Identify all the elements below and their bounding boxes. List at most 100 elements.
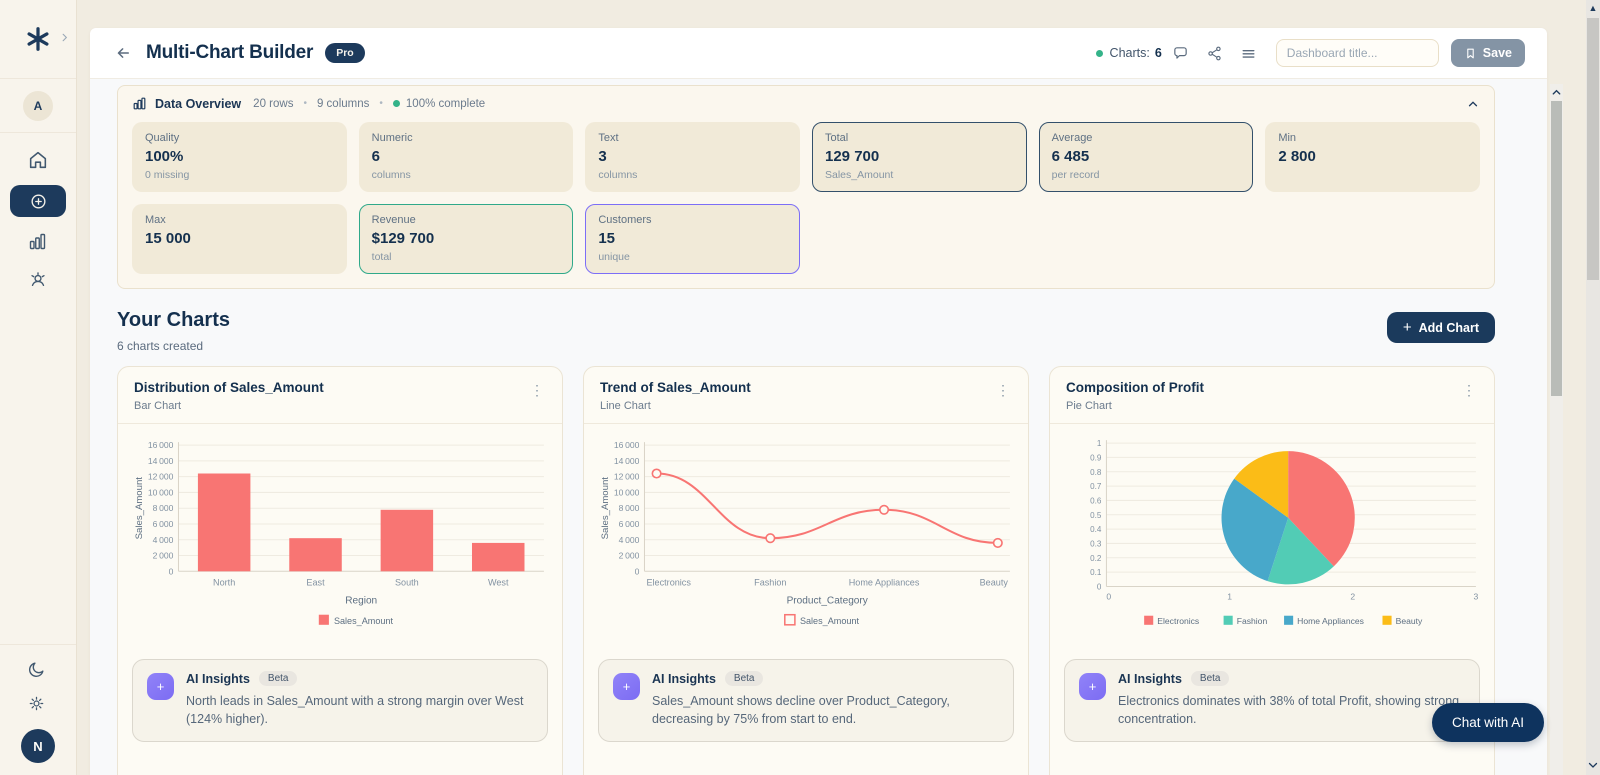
settings-gear-icon[interactable] [27,694,49,716]
svg-text:4 000: 4 000 [619,535,640,545]
svg-text:Electronics: Electronics [1157,616,1199,626]
svg-text:East: East [306,577,325,587]
circle-plus-icon [30,193,46,209]
svg-text:Region: Region [345,596,377,607]
ai-insights-title: AI Insights [652,671,716,686]
stat-card-max[interactable]: Max 15 000 [132,204,347,274]
data-overview-title: Data Overview [155,96,242,111]
svg-text:0.9: 0.9 [1090,453,1102,462]
svg-text:Fashion: Fashion [754,577,786,587]
ai-insight-text: Electronics dominates with 38% of total … [1118,694,1460,727]
page-title: Multi-Chart Builder [146,42,314,63]
charts-count-value: 6 [1154,46,1162,60]
chart-card-pie: Composition of Profit Pie Chart ⋮ 0 0.1 0.… [1049,366,1495,775]
ai-insight-text: North leads in Sales_Amount with a stron… [186,694,524,727]
svg-text:Sales_Amount: Sales_Amount [334,616,394,626]
bar-chart-plot: 0 2 000 4 000 6 000 8 000 10 000 12 000 14 000 1… [118,424,562,647]
stat-card-numeric[interactable]: Numeric 6 columns [358,122,574,192]
svg-text:Electronics: Electronics [646,577,691,587]
svg-text:Home Appliances: Home Appliances [849,577,920,587]
chart-menu-kebab-icon[interactable]: ⋮ [1456,380,1482,401]
svg-text:8 000: 8 000 [619,503,640,513]
stat-card-revenue[interactable]: Revenue $129 700 total [358,204,574,274]
svg-text:14 000: 14 000 [148,456,174,466]
svg-text:8 000: 8 000 [153,503,174,513]
your-charts-title: Your Charts [117,309,230,331]
share-icon[interactable] [1206,45,1223,62]
ai-sparkle-icon: + [1079,673,1106,701]
comments-icon[interactable] [1172,45,1189,62]
chart-type-label: Bar Chart [134,400,182,412]
stat-card-text[interactable]: Text 3 columns [585,122,800,192]
content-area: Data Overview 20 rows • 9 columns • 100%… [90,79,1547,775]
ai-sparkle-icon: + [613,673,640,701]
svg-text:North: North [213,577,235,587]
svg-text:2 000: 2 000 [153,551,174,561]
dark-mode-moon-icon[interactable] [27,659,49,681]
scrollbar-up-arrow[interactable]: ▲ [1586,0,1600,13]
workspace-avatar[interactable]: A [23,91,53,121]
svg-text:10 000: 10 000 [614,487,640,497]
svg-text:0.5: 0.5 [1090,511,1102,520]
svg-text:6 000: 6 000 [153,519,174,529]
home-icon[interactable] [27,149,49,171]
stat-card-total[interactable]: Total 129 700 Sales_Amount [812,122,1027,192]
sidebar: A N [0,0,77,775]
browser-scrollbar[interactable]: ▲ [1586,0,1600,775]
pie-chart-canvas: 0 0.1 0.2 0.3 0.4 0.5 0.6 0.7 0.8 0.9 1 0 1 2 3 Electro… [1090,439,1478,626]
charts-count-label: Charts: [1109,46,1150,60]
ai-insights-box: + AI Insights Beta Electronics dominates… [1064,659,1480,743]
add-chart-button[interactable]: + Add Chart [1386,312,1495,343]
sidebar-expand-chevron-icon[interactable] [59,32,70,43]
svg-text:0: 0 [1106,592,1111,602]
beta-badge: Beta [258,671,298,687]
svg-text:0.3: 0.3 [1090,539,1102,548]
chart-menu-kebab-icon[interactable]: ⋮ [990,380,1016,401]
svg-text:Sales_Amount: Sales_Amount [600,477,611,540]
ai-insight-text: Sales_Amount shows decline over Product_… [652,694,950,727]
main-panel: Multi-Chart Builder Pro Charts: 6 Save [90,28,1547,775]
charts-nav-icon[interactable] [27,231,49,253]
stat-card-customers[interactable]: Customers 15 unique [585,204,800,274]
stats-grid: Quality 100% 0 missing Numeric 6 columns… [118,119,1494,288]
stat-card-quality[interactable]: Quality 100% 0 missing [132,122,347,192]
svg-text:West: West [488,577,509,587]
svg-text:Beauty: Beauty [980,577,1009,587]
svg-text:0.8: 0.8 [1090,468,1102,477]
svg-text:0.1: 0.1 [1090,568,1102,577]
community-icon[interactable] [27,267,49,289]
ai-insights-title: AI Insights [186,671,250,686]
charts-grid: Distribution of Sales_Amount Bar Chart ⋮… [117,366,1495,775]
back-arrow-icon[interactable] [114,44,132,62]
user-avatar[interactable]: N [21,729,55,763]
chat-with-ai-button[interactable]: Chat with AI [1431,703,1544,742]
your-charts-header: Your Charts 6 charts created + Add Chart [117,309,1495,353]
menu-icon[interactable] [1240,45,1257,62]
inner-scrollbar-thumb[interactable] [1551,101,1562,396]
chart-type-label: Line Chart [600,400,651,412]
collapse-chevron-icon[interactable] [1466,97,1480,111]
svg-text:0: 0 [635,566,640,576]
bar-chart-icon [132,96,147,111]
sidebar-item-create-chart[interactable] [10,185,66,217]
completeness-badge: 100% complete [392,98,485,110]
line-chart-plot: 0 2 000 4 000 6 000 8 000 10 000 12 000 14 000 1… [584,424,1028,647]
app-logo-icon [25,26,51,52]
inner-scrollbar[interactable] [1550,84,1563,775]
browser-scrollbar-thumb[interactable] [1587,18,1599,280]
svg-text:Sales_Amount: Sales_Amount [134,477,145,540]
scrollbar-down-arrow[interactable] [1587,759,1599,771]
save-button[interactable]: Save [1450,39,1525,67]
complete-dot [392,100,400,107]
ai-insights-box: + AI Insights Beta Sales_Amount shows de… [598,659,1014,743]
dashboard-title-input[interactable] [1275,39,1439,67]
stat-card-min[interactable]: Min 2 800 [1265,122,1480,192]
svg-text:10 000: 10 000 [148,487,174,497]
chart-menu-kebab-icon[interactable]: ⋮ [524,380,550,401]
scroll-up-chevron-icon[interactable] [1551,87,1562,98]
logo-area [0,0,76,79]
bar-chart-canvas: 0 2 000 4 000 6 000 8 000 10 000 12 000 14 000 1… [134,440,544,626]
svg-text:16 000: 16 000 [148,440,174,450]
ai-insights-box: + AI Insights Beta North leads in Sales_… [132,659,548,743]
stat-card-average[interactable]: Average 6 485 per record [1038,122,1254,192]
